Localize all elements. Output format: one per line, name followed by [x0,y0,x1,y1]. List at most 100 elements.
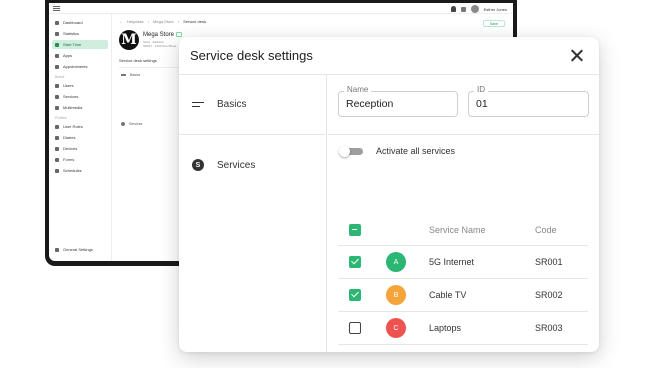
nav-icon [55,53,59,58]
lines-icon [121,74,126,76]
grid-icon[interactable] [460,6,466,12]
sidebar-item-label: Basics [217,99,247,110]
sidebar-item-label: Dashboard [63,20,83,25]
nav-section-label: Brand [55,75,65,79]
nav-section-label: Profiles [55,116,67,120]
sidebar-item-users[interactable]: Users [52,81,108,90]
sidebar-item-start-time[interactable]: Start Time [52,40,108,49]
nav-icon [55,94,59,99]
sidebar-item-label: Services [63,94,79,99]
close-icon[interactable] [567,46,587,66]
bell-icon[interactable] [450,6,456,12]
sidebar-item-statistics[interactable]: Statistics [52,29,108,38]
toggle-label: Activate all services [376,146,456,156]
id-field-label: ID [474,85,488,94]
gear-icon [55,247,59,252]
service-code: SR003 [535,323,563,333]
id-field-value[interactable]: 01 [476,98,488,110]
basics-fields: Name Reception ID 01 [328,75,599,135]
service-code: SR002 [535,290,563,300]
breadcrumb-item[interactable]: Mega Store [153,19,174,24]
table-row[interactable]: A 5G Internet SR001 [338,246,588,279]
nav-icon [55,64,59,69]
sidebar-item-label: General Settings [63,247,93,252]
nav-icon [55,42,59,47]
row-checkbox[interactable] [349,322,361,334]
sidebar-item-schedules[interactable]: Schedules [52,166,108,175]
user-name[interactable]: Esther Jones [484,7,507,12]
sidebar-item-forms[interactable]: Forms [52,155,108,164]
sidebar-item-dashboard[interactable]: Dashboard [52,18,108,27]
activate-all-row: Activate all services [339,146,456,157]
service-name: Audio [429,345,452,352]
nav-icon [55,31,59,36]
service-avatar: A [386,252,406,272]
table-row[interactable]: C Laptops SR003 [338,312,588,345]
sidebar-item-label: Forms [63,157,75,162]
breadcrumb-separator-icon: › [177,19,180,24]
nav-icon [55,105,59,110]
service-code: SR001 [535,257,563,267]
save-button[interactable]: Save [483,20,505,27]
table-row[interactable]: B Cable TV SR002 [338,279,588,312]
sidebar-item-label: User Roles [63,124,83,129]
table-header: Service Name Code [338,214,588,246]
back-arrow-icon[interactable]: ← [119,19,123,24]
nav-icon [55,83,59,88]
sidebar-item-general-settings[interactable]: General Settings [52,245,93,254]
sidebar-item-label: Statistics [63,31,80,36]
sidebar-item-diaries[interactable]: Diaries [52,133,108,142]
sidebar-item-appointments[interactable]: Appointments [52,62,108,71]
sidebar-item-basics[interactable]: Basics [179,75,326,135]
store-name: Mega Store [143,32,175,39]
breadcrumb-item[interactable]: Helpdesk [127,19,144,24]
name-field-value[interactable]: Reception [346,98,393,110]
dialog-title: Service desk settings [190,48,313,63]
row-checkbox[interactable] [349,289,361,301]
sidebar-item-label: Users [63,83,74,88]
sidebar-item-apps[interactable]: Apps [52,51,108,60]
sidebar-item-services[interactable]: Services [52,92,108,101]
lines-icon [192,101,204,108]
menu-icon[interactable] [53,5,60,11]
dialog-header: Service desk settings [179,37,599,75]
dialog-main: Name Reception ID 01 Activate all servic… [328,75,599,352]
sidebar-item-label: Multimedia [63,105,83,110]
service-avatar: B [386,285,406,305]
sidebar-item-devices[interactable]: Devices [52,144,108,153]
sidebar-item-label: Diaries [63,135,76,140]
nav-icon [55,135,59,140]
sidebar-item-services[interactable]: S Services [179,135,326,195]
service-code: SR004 [535,345,563,352]
name-field[interactable]: Name Reception [338,85,458,117]
nav-icon [55,20,59,25]
sidebar-item-label: Start Time [63,42,82,47]
nav-icon [55,157,59,162]
sidebar-item-label: Services [217,159,256,171]
app-sidebar: Dashboard Statistics Start Time Apps Appoint… [49,14,112,261]
store-logo: M [119,30,139,50]
id-field[interactable]: ID 01 [468,85,589,117]
breadcrumb-separator-icon: › [147,19,150,24]
stage: Esther Jones Dashboard Statistics Start Ti… [0,0,656,368]
service-name: 5G Internet [429,257,475,267]
sidebar-item-multimedia[interactable]: Multimedia [52,103,108,112]
s-circle-icon: S [192,159,204,171]
s-circle-icon [121,122,125,126]
avatar[interactable] [470,5,479,13]
table-row[interactable]: D Audio SR004 [338,345,588,352]
activate-all-toggle[interactable] [339,146,363,157]
sidebar-item-label: Apps [63,53,73,58]
row-checkbox[interactable] [349,256,361,268]
breadcrumb-current: Service desk [183,19,206,24]
dialog-sidebar: Basics S Services [179,75,327,352]
breadcrumb: ← Helpdesk › Mega Store › Service desk [119,19,507,24]
service-name: Laptops [429,323,462,333]
nav-icon [55,124,59,129]
service-desk-settings-dialog: Service desk settings Basics S Services … [179,37,599,352]
select-all-checkbox[interactable] [349,223,361,236]
name-field-label: Name [344,85,372,94]
nav-icon [55,146,59,151]
sidebar-item-user-roles[interactable]: User Roles [52,122,108,131]
column-header-code: Code [535,224,557,235]
